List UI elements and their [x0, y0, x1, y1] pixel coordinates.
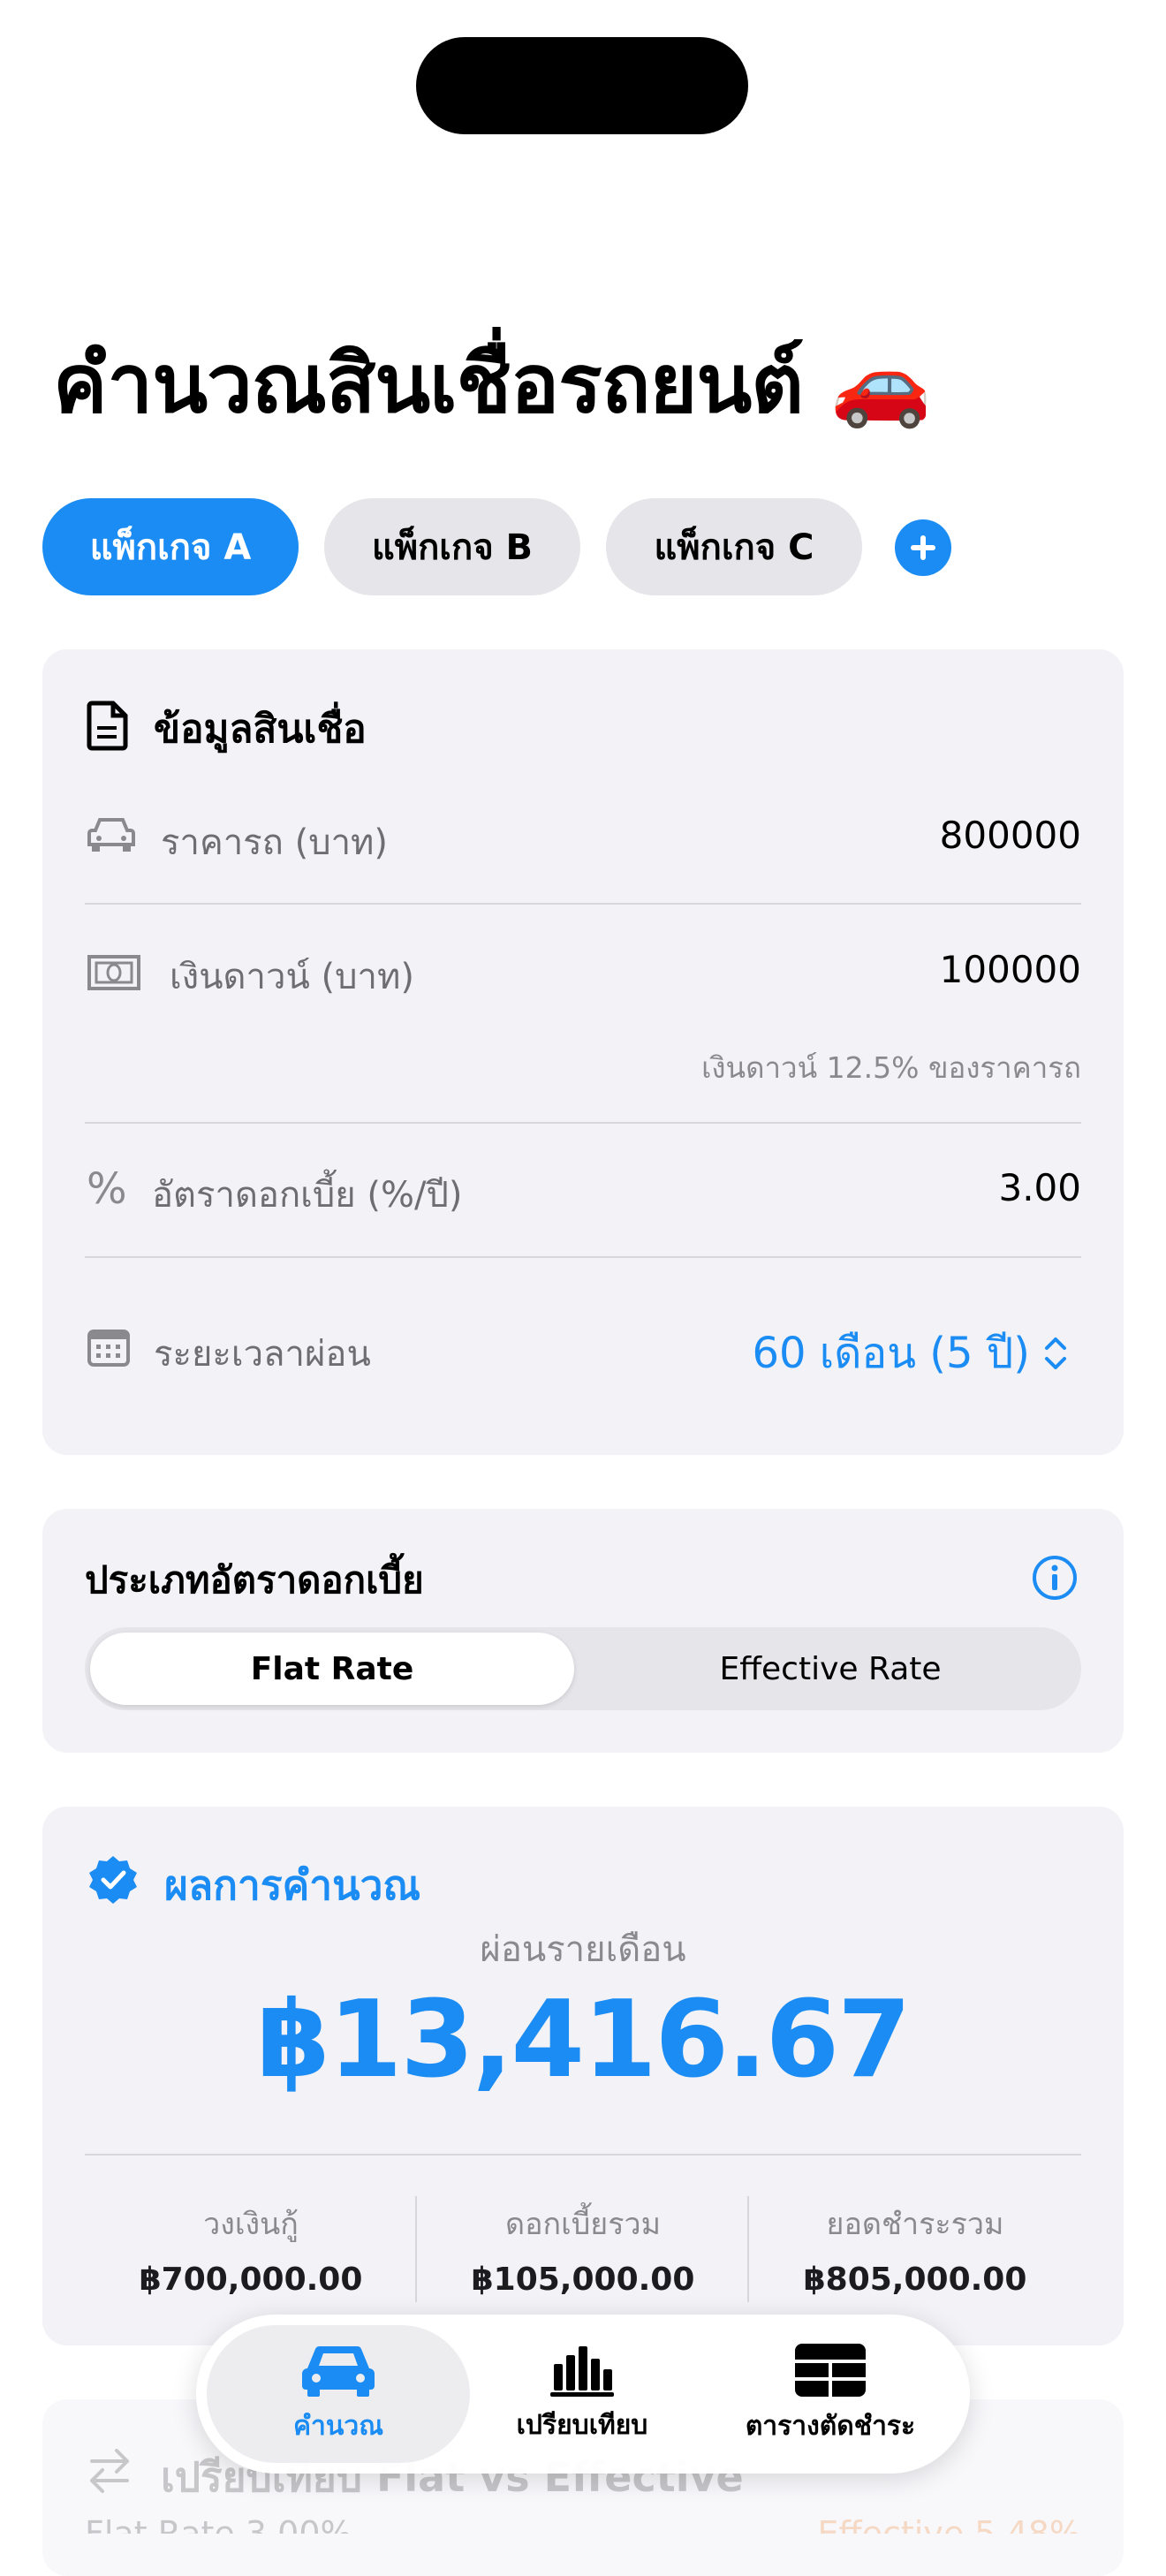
table-icon: [795, 2343, 866, 2397]
percent-icon: %: [87, 1164, 127, 1214]
chevron-up-down-icon: [1045, 1337, 1066, 1369]
banknote-icon: [87, 955, 140, 990]
divider: [85, 903, 1081, 905]
term-value: 60 เดือน (5 ปี): [752, 1329, 1030, 1378]
down-payment-input[interactable]: 100000: [940, 948, 1081, 991]
document-icon: [87, 701, 128, 751]
package-label: แพ็กเกจ B: [371, 527, 534, 568]
info-icon[interactable]: [1032, 1555, 1078, 1601]
tab-package-c[interactable]: แพ็กเกจ C: [606, 498, 862, 595]
segment-flat-rate[interactable]: Flat Rate: [90, 1633, 574, 1705]
tab-package-b[interactable]: แพ็กเกจ B: [324, 498, 580, 595]
tab-bar: คำนวณ เปรียบเทียบ ตารางตัดชำระ: [196, 2315, 970, 2474]
tab-amortization-table[interactable]: ตารางตัดชำระ: [701, 2315, 959, 2474]
segment-effective-rate[interactable]: Effective Rate: [585, 1633, 1076, 1705]
rate-type-segmented-control: Flat Rate Effective Rate: [85, 1627, 1081, 1710]
term-label: ระยะเวลาผ่อน: [154, 1334, 371, 1375]
summary-label: วงเงินกู้: [203, 2207, 299, 2242]
monthly-payment-value: ฿13,416.67: [256, 1979, 911, 2102]
car-icon: [87, 818, 135, 852]
car-price-label: ราคารถ (บาท): [161, 822, 389, 863]
rate-type-heading: ประเภทอัตราดอกเบี้ย: [85, 1558, 424, 1602]
summary-label: ดอกเบี้ยรวม: [505, 2207, 661, 2242]
package-label: แพ็กเกจ C: [654, 527, 814, 568]
car-icon: [302, 2345, 375, 2397]
divider: [85, 2154, 1081, 2156]
term-picker[interactable]: 60 เดือน (5 ปี): [752, 1320, 1069, 1387]
tab-label: เปรียบเทียบ: [516, 2409, 648, 2441]
summary-label: ยอดชำระรวม: [826, 2207, 1004, 2242]
loan-info-heading: ข้อมูลสินเชื่อ: [154, 707, 367, 752]
bar-chart-icon: [550, 2345, 614, 2397]
plus-icon: [911, 535, 935, 560]
interest-rate-label: อัตราดอกเบี้ย (%/ปี): [152, 1175, 463, 1216]
summary-total-payment: ยอดชำระรวม ฿805,000.00: [749, 2200, 1081, 2298]
add-package-button[interactable]: [895, 519, 951, 576]
summary-total-interest: ดอกเบี้ยรวม ฿105,000.00: [417, 2200, 749, 2298]
divider: [85, 1256, 1081, 1258]
summary-value: ฿105,000.00: [471, 2262, 695, 2298]
checkmark-seal-icon: [89, 1856, 137, 1904]
package-label: แพ็กเกจ A: [89, 527, 252, 568]
page-title: คำนวณสินเชื่อรถยนต์ 🚗: [53, 337, 932, 431]
tab-calculate[interactable]: คำนวณ: [207, 2315, 470, 2474]
result-heading: ผลการคำนวณ: [164, 1861, 421, 1909]
calendar-icon: [87, 1330, 130, 1367]
summary-value: ฿700,000.00: [139, 2262, 363, 2298]
compare-flat-text: Flat Rate 3.00%: [85, 2514, 352, 2534]
monthly-payment-label: ผ่อนรายเดือน: [480, 1929, 686, 1970]
tab-label: คำนวณ: [292, 2410, 384, 2442]
interest-rate-input[interactable]: 3.00: [998, 1166, 1081, 1209]
tab-label: ตารางตัดชำระ: [745, 2410, 916, 2442]
summary-loan-amount: วงเงินกู้ ฿700,000.00: [85, 2200, 417, 2298]
down-payment-hint: เงินดาวน์ 12.5% ของราคารถ: [701, 1050, 1081, 1085]
down-payment-label: เงินดาวน์ (บาท): [170, 957, 414, 997]
tab-package-a[interactable]: แพ็กเกจ A: [42, 498, 299, 595]
dynamic-island: [416, 37, 748, 134]
summary-value: ฿805,000.00: [803, 2262, 1027, 2298]
tab-compare[interactable]: เปรียบเทียบ: [454, 2315, 710, 2474]
swap-arrows-icon: [90, 2449, 129, 2493]
car-price-input[interactable]: 800000: [940, 814, 1081, 857]
compare-effective-text: Effective 5.48%: [817, 2514, 1081, 2534]
divider: [85, 1122, 1081, 1124]
